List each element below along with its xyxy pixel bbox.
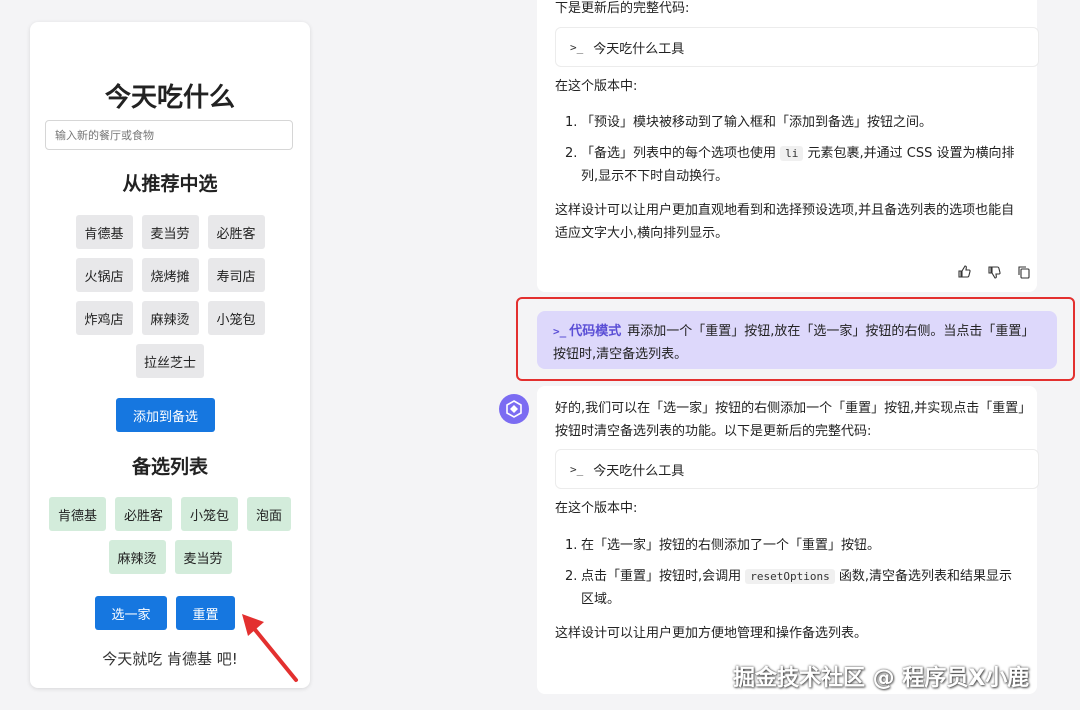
thumbs-down-icon[interactable] [987,265,1001,279]
version-heading: 在这个版本中: [555,501,638,516]
selected-chip[interactable]: 麦当劳 [174,540,232,574]
inline-code: li [780,146,804,161]
copy-icon[interactable] [1017,265,1031,279]
thumbs-up-icon[interactable] [957,265,971,279]
app-card: 今天吃什么 从推荐中选 肯德基 麦当劳 必胜客 火锅店 烧烤摊 寿司店 炸鸡店 … [30,22,310,688]
preset-chip[interactable]: 必胜客 [207,215,265,249]
terminal-icon: >_ [570,462,584,476]
assistant-message-latest: 好的,我们可以在「选一家」按钮的右侧添加一个「重置」按钮,并实现点击「重置」按钮… [537,386,1039,694]
presets-list: 肯德基 麦当劳 必胜客 火锅店 烧烤摊 寿司店 炸鸡店 麻辣烫 小笼包 拉丝芝士 [30,215,310,378]
code-artifact-title: 今天吃什么工具 [593,463,685,479]
assistant-message-previous: 下是更新后的完整代码: >_ 今天吃什么工具 在这个版本中: 1. 「预设」模块… [537,0,1039,292]
version-heading: 在这个版本中: [555,79,638,94]
code-artifact-title: 今天吃什么工具 [593,41,685,57]
message-actions [957,265,1031,279]
selected-chip[interactable]: 小笼包 [181,497,238,531]
selected-chip[interactable]: 必胜客 [115,497,172,531]
selected-chip[interactable]: 泡面 [247,497,291,531]
assistant-avatar [499,394,529,424]
pick-one-button[interactable]: 选一家 [95,596,167,630]
changes-list: 1. 「预设」模块被移动到了输入框和「添加到备选」按钮之间。 2. 「备选」列表… [555,111,1025,196]
new-option-input[interactable] [45,120,293,150]
terminal-icon: >_ [570,40,584,54]
message-summary: 这样设计可以让用户更加直观地看到和选择预设选项,并且备选列表的选项也能自适应文字… [555,203,1015,241]
list-item: 1. 「预设」模块被移动到了输入框和「添加到备选」按钮之间。 [565,115,933,130]
assistant-logo-icon [506,400,522,418]
code-artifact-card[interactable]: >_ 今天吃什么工具 [555,27,1039,67]
selected-chip[interactable]: 麻辣烫 [108,540,166,574]
list-item: 2. 点击「重置」按钮时,会调用 resetOptions 函数,清空备选列表和… [565,569,1013,607]
presets-title: 从推荐中选 [122,173,218,195]
message-summary: 这样设计可以让用户更加方便地管理和操作备选列表。 [555,626,868,641]
list-item: 1. 在「选一家」按钮的右侧添加了一个「重置」按钮。 [565,538,881,553]
preset-chip[interactable]: 麦当劳 [141,215,199,249]
highlight-box [516,297,1075,381]
preset-chip[interactable]: 麻辣烫 [141,301,199,335]
message-text: 好的,我们可以在「选一家」按钮的右侧添加一个「重置」按钮,并实现点击「重置」按钮… [555,401,1025,439]
watermark-text: 掘金技术社区 @ 程序员X小鹿 [733,666,1030,691]
add-to-list-button[interactable]: 添加到备选 [116,398,215,432]
selected-title: 备选列表 [131,456,208,478]
app-preview-pane: 今天吃什么 从推荐中选 肯德基 麦当劳 必胜客 火锅店 烧烤摊 寿司店 炸鸡店 … [0,0,480,710]
preset-chip[interactable]: 肯德基 [75,215,133,249]
reset-button[interactable]: 重置 [176,596,235,630]
preset-chip[interactable]: 火锅店 [75,258,133,292]
preset-chip[interactable]: 寿司店 [207,258,265,292]
preset-chip[interactable]: 拉丝芝士 [135,344,204,378]
selected-chip[interactable]: 肯德基 [49,497,106,531]
preset-chip[interactable]: 小笼包 [207,301,265,335]
message-text: 下是更新后的完整代码: [555,1,690,16]
changes-list: 1. 在「选一家」按钮的右侧添加了一个「重置」按钮。 2. 点击「重置」按钮时,… [555,534,1025,619]
preset-chip[interactable]: 炸鸡店 [75,301,133,335]
selected-list: 肯德基 必胜客 小笼包 泡面 麻辣烫 麦当劳 [30,497,310,574]
red-arrow-icon [242,614,298,682]
code-artifact-card[interactable]: >_ 今天吃什么工具 [555,449,1039,489]
preset-chip[interactable]: 烧烤摊 [141,258,199,292]
app-title: 今天吃什么 [104,83,235,113]
inline-code: resetOptions [745,569,835,584]
list-item: 2. 「备选」列表中的每个选项也使用 li 元素包裹,并通过 CSS 设置为横向… [565,146,1015,184]
